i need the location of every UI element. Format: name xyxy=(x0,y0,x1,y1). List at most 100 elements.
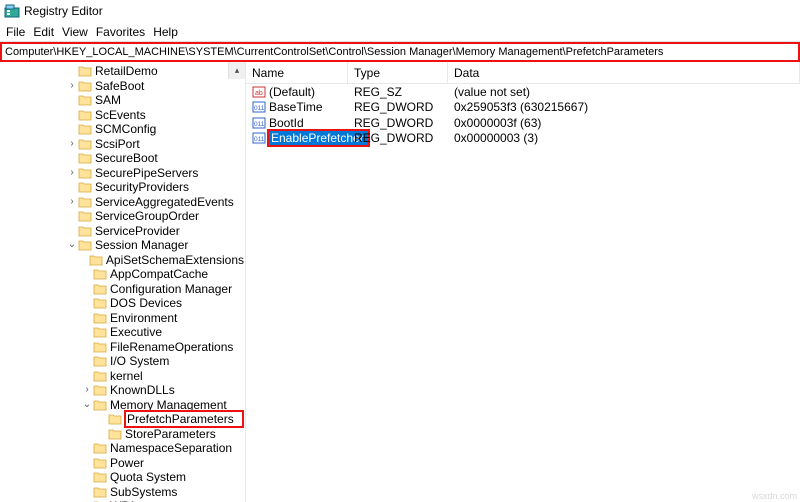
tree-item[interactable]: › ServiceAggregatedEvents xyxy=(0,195,245,210)
tree-item[interactable]: Executive xyxy=(0,325,245,340)
value-row[interactable]: 011BootIdREG_DWORD0x0000003f (63) xyxy=(246,115,800,131)
tree-item[interactable]: DOS Devices xyxy=(0,296,245,311)
tree-scroll-up-button[interactable]: ▴ xyxy=(228,62,245,79)
folder-icon xyxy=(78,152,92,164)
folder-icon xyxy=(78,196,92,208)
value-row[interactable]: 011EnablePrefetcherREG_DWORD0x00000003 (… xyxy=(246,131,800,147)
folder-icon xyxy=(93,268,107,280)
tree-item[interactable]: SecureBoot xyxy=(0,151,245,166)
folder-icon xyxy=(93,471,107,483)
svg-text:ab: ab xyxy=(255,90,263,97)
tree-item[interactable]: ›SafeBoot xyxy=(0,79,245,94)
folder-icon xyxy=(78,138,92,150)
dword-value-icon: 011 xyxy=(252,116,266,130)
folder-icon xyxy=(78,94,92,106)
tree-item-label: Environment xyxy=(109,311,178,325)
tree-item-label: SubSystems xyxy=(109,485,178,499)
tree-panel[interactable]: ▴ RetailDemo›SafeBootSAMScEventsSCMConfi… xyxy=(0,62,246,502)
tree-item[interactable]: SecurityProviders xyxy=(0,180,245,195)
folder-icon xyxy=(93,442,107,454)
expand-closed-icon[interactable]: › xyxy=(81,385,93,395)
folder-icon xyxy=(93,326,107,338)
tree-item[interactable]: ServiceProvider xyxy=(0,224,245,239)
tree-item[interactable]: ApiSetSchemaExtensions xyxy=(0,253,245,268)
address-bar[interactable]: Computer\HKEY_LOCAL_MACHINE\SYSTEM\Curre… xyxy=(0,42,800,62)
tree-item-label: SecurePipeServers xyxy=(94,166,199,180)
folder-icon xyxy=(78,80,92,92)
menu-file[interactable]: File xyxy=(4,25,27,39)
values-panel[interactable]: Name Type Data ab(Default)REG_SZ(value n… xyxy=(246,62,800,502)
string-value-icon: ab xyxy=(252,85,266,99)
menu-edit[interactable]: Edit xyxy=(31,25,56,39)
menu-help[interactable]: Help xyxy=(151,25,180,39)
column-name[interactable]: Name xyxy=(246,62,348,83)
tree-item[interactable]: StoreParameters xyxy=(0,427,245,442)
folder-icon xyxy=(93,384,107,396)
tree-item[interactable]: SubSystems xyxy=(0,485,245,500)
column-type[interactable]: Type xyxy=(348,62,448,83)
tree-item[interactable]: ›KnownDLLs xyxy=(0,383,245,398)
menu-view[interactable]: View xyxy=(60,25,90,39)
address-text: Computer\HKEY_LOCAL_MACHINE\SYSTEM\Curre… xyxy=(5,46,663,58)
tree-item[interactable]: Quota System xyxy=(0,470,245,485)
folder-icon xyxy=(78,225,92,237)
value-data-cell: 0x0000003f (63) xyxy=(448,115,800,131)
tree-item-label: SAM xyxy=(94,93,122,107)
tree-item-label: SecureBoot xyxy=(94,151,159,165)
folder-icon xyxy=(93,283,107,295)
value-data-cell: (value not set) xyxy=(448,84,800,100)
tree-item[interactable]: RetailDemo xyxy=(0,64,245,79)
tree-item-label: SCMConfig xyxy=(94,122,157,136)
tree-item-label: NamespaceSeparation xyxy=(109,441,233,455)
menu-favorites[interactable]: Favorites xyxy=(94,25,147,39)
tree-item[interactable]: Configuration Manager xyxy=(0,282,245,297)
tree-item[interactable]: kernel xyxy=(0,369,245,384)
tree-item[interactable]: NamespaceSeparation xyxy=(0,441,245,456)
value-type-cell: REG_DWORD xyxy=(348,131,448,147)
value-name-cell: 011BootId xyxy=(246,115,348,131)
menu-bar: File Edit View Favorites Help xyxy=(0,22,800,42)
value-row[interactable]: 011BaseTimeREG_DWORD0x259053f3 (63021566… xyxy=(246,100,800,116)
tree-item[interactable]: ServiceGroupOrder xyxy=(0,209,245,224)
tree-item[interactable]: AppCompatCache xyxy=(0,267,245,282)
folder-icon xyxy=(93,355,107,367)
tree-item-label: Executive xyxy=(109,325,163,339)
tree-item-label: kernel xyxy=(109,369,144,383)
tree-item-label: ApiSetSchemaExtensions xyxy=(105,253,245,267)
tree-item-label: ServiceProvider xyxy=(94,224,181,238)
tree-item[interactable]: Power xyxy=(0,456,245,471)
expand-open-icon[interactable]: ⌄ xyxy=(66,240,78,250)
tree-item[interactable]: FileRenameOperations xyxy=(0,340,245,355)
tree-item[interactable]: ScEvents xyxy=(0,108,245,123)
tree-item-label: DOS Devices xyxy=(109,296,183,310)
value-row[interactable]: ab(Default)REG_SZ(value not set) xyxy=(246,84,800,100)
expand-closed-icon[interactable]: › xyxy=(66,139,78,149)
tree-item[interactable]: SAM xyxy=(0,93,245,108)
tree-item-label: ServiceAggregatedEvents xyxy=(94,195,235,209)
expand-closed-icon[interactable]: › xyxy=(66,81,78,91)
expand-open-icon[interactable]: ⌄ xyxy=(81,400,93,410)
tree-item-label: Session Manager xyxy=(94,238,189,252)
tree-item[interactable]: I/O System xyxy=(0,354,245,369)
folder-icon xyxy=(78,123,92,135)
folder-icon xyxy=(78,109,92,121)
list-header[interactable]: Name Type Data xyxy=(246,62,800,84)
tree-item[interactable]: ⌄ Session Manager xyxy=(0,238,245,253)
tree-item-label: PrefetchParameters xyxy=(124,410,244,428)
tree-item[interactable]: SCMConfig xyxy=(0,122,245,137)
value-name: (Default) xyxy=(269,85,315,99)
watermark: wsxdn.com xyxy=(752,491,797,501)
value-name-cell: 011BaseTime xyxy=(246,100,348,116)
expand-closed-icon[interactable]: › xyxy=(66,197,78,207)
tree-item[interactable]: ›ScsiPort xyxy=(0,137,245,152)
tree-item[interactable]: Environment xyxy=(0,311,245,326)
folder-icon xyxy=(93,399,107,411)
tree-item-label: Configuration Manager xyxy=(109,282,233,296)
tree-item[interactable]: › SecurePipeServers xyxy=(0,166,245,181)
column-data[interactable]: Data xyxy=(448,62,800,83)
tree-item[interactable]: PrefetchParameters xyxy=(0,412,245,427)
folder-icon xyxy=(93,312,107,324)
tree-item-label: ScEvents xyxy=(94,108,147,122)
value-name-cell: 011EnablePrefetcher xyxy=(246,131,348,147)
expand-closed-icon[interactable]: › xyxy=(66,168,78,178)
